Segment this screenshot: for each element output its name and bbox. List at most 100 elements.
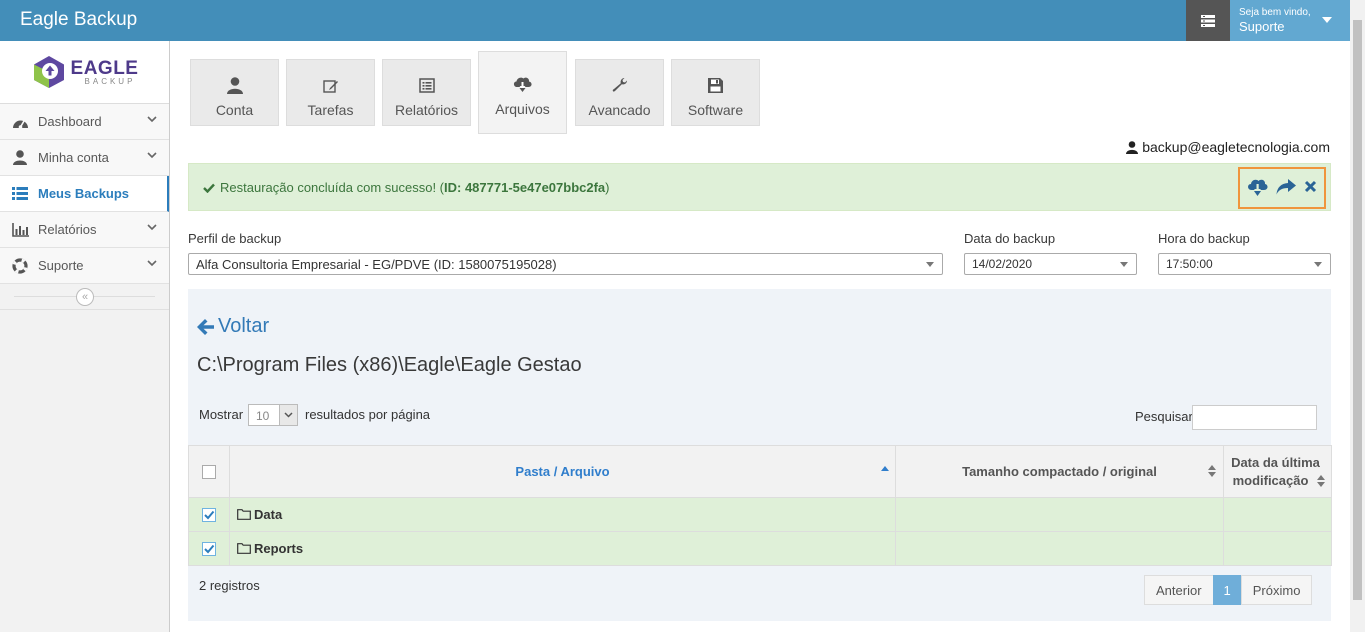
sidebar-item-label: Dashboard	[38, 114, 102, 129]
files-table: Pasta / Arquivo Tamanho compactado / ori…	[188, 445, 1332, 566]
pagination-next-button[interactable]: Próximo	[1240, 575, 1313, 605]
eagle-logo-icon	[33, 56, 64, 88]
select-all-checkbox[interactable]	[202, 465, 216, 480]
caret-down-icon	[1314, 262, 1322, 267]
caret-down-icon	[1322, 17, 1332, 23]
tab-label: Arquivos	[495, 101, 550, 117]
sidebar-item-meus-backups[interactable]: Meus Backups	[0, 176, 169, 212]
chevron-down-icon	[279, 405, 297, 425]
caret-down-icon	[1120, 262, 1128, 267]
date-label: Data do backup	[964, 231, 1056, 246]
tab-label: Conta	[215, 102, 254, 118]
per-page-label: resultados por página	[305, 407, 431, 422]
tab-relatorios[interactable]: Relatórios	[382, 59, 471, 126]
column-header-size[interactable]: Tamanho compactado / original	[895, 445, 1224, 498]
wrench-icon	[576, 75, 663, 95]
alert-actions	[1238, 167, 1326, 209]
tab-tarefas[interactable]: Tarefas	[286, 59, 375, 126]
logo-brand-text: EAGLE	[70, 57, 139, 79]
pagination-page-1[interactable]: 1	[1212, 575, 1242, 605]
arrow-left-icon	[197, 318, 214, 335]
double-angle-left-icon[interactable]: «	[76, 288, 94, 306]
sidebar-item-suporte[interactable]: Suporte	[0, 248, 169, 284]
success-alert: Restauração concluída com sucesso! (ID: …	[188, 163, 1331, 211]
edit-icon	[287, 75, 374, 95]
profile-select-value: Alfa Consultoria Empresarial - EG/PDVE (…	[196, 257, 557, 272]
row-name-cell: Reports	[229, 531, 896, 566]
tab-conta[interactable]: Conta	[190, 59, 279, 126]
table-row[interactable]: Reports	[188, 531, 1332, 566]
row-select-cell	[188, 531, 230, 566]
user-icon	[191, 75, 278, 95]
floppy-icon	[672, 75, 759, 95]
user-menu[interactable]: Seja bem vindo, Suporte	[1230, 0, 1350, 41]
chevron-down-icon	[147, 152, 157, 159]
row-name-cell: Data	[229, 497, 896, 532]
row-modified-cell	[1223, 531, 1332, 566]
page-size-select[interactable]: 10	[248, 404, 298, 426]
back-label: Voltar	[218, 315, 270, 337]
time-select-value: 17:50:00	[1166, 257, 1213, 271]
time-label: Hora do backup	[1158, 231, 1250, 246]
caret-down-icon	[926, 262, 934, 267]
time-select[interactable]: 17:50:00	[1158, 253, 1331, 275]
show-label: Mostrar	[199, 407, 244, 422]
column-header-modified[interactable]: Data da última modificação	[1223, 445, 1332, 498]
life-ring-icon	[11, 257, 29, 274]
user-icon	[1126, 140, 1139, 154]
app-title[interactable]: Eagle Backup	[20, 9, 137, 31]
sidebar-item-label: Minha conta	[38, 150, 109, 165]
search-input[interactable]	[1192, 405, 1317, 430]
sort-icon	[1208, 465, 1216, 470]
scrollbar-thumb[interactable]	[1353, 20, 1362, 600]
row-name[interactable]: Reports	[254, 541, 303, 556]
list-alt-icon	[383, 75, 470, 95]
select-all-cell	[188, 445, 230, 498]
date-select[interactable]: 14/02/2020	[964, 253, 1137, 275]
row-checkbox[interactable]	[202, 508, 216, 523]
column-header-name[interactable]: Pasta / Arquivo	[229, 445, 896, 498]
sidebar-item-dashboard[interactable]: Dashboard	[0, 104, 169, 140]
chevron-down-icon	[147, 260, 157, 267]
cloud-download-icon	[479, 74, 566, 94]
tab-label: Software	[687, 102, 744, 118]
welcome-text: Seja bem vindo,	[1239, 7, 1311, 18]
table-row[interactable]: Data	[188, 497, 1332, 532]
tasks-button[interactable]	[1186, 0, 1230, 41]
brand-logo[interactable]: EAGLE BACKUP	[0, 41, 169, 104]
check-icon	[203, 183, 215, 193]
search-label: Pesquisar	[1135, 409, 1193, 424]
sidebar-collapse-bar: «	[0, 284, 169, 310]
close-icon[interactable]	[1304, 180, 1317, 196]
row-name[interactable]: Data	[254, 507, 282, 522]
profile-select[interactable]: Alfa Consultoria Empresarial - EG/PDVE (…	[188, 253, 943, 275]
page-scrollbar[interactable]	[1350, 0, 1365, 632]
sidebar-item-minha-conta[interactable]: Minha conta	[0, 140, 169, 176]
sort-icon	[1317, 475, 1325, 480]
check-icon	[204, 545, 215, 554]
sidebar-item-relatorios[interactable]: Relatórios	[0, 212, 169, 248]
sidebar-item-label: Meus Backups	[38, 186, 130, 201]
folder-icon	[237, 543, 251, 554]
tab-software[interactable]: Software	[671, 59, 760, 126]
folder-icon	[237, 509, 251, 520]
logo-sub-text: BACKUP	[84, 76, 136, 86]
date-select-value: 14/02/2020	[972, 257, 1033, 271]
tasks-icon	[1201, 14, 1215, 27]
records-count: 2 registros	[199, 578, 260, 593]
account-email-text: backup@eagletecnologia.com	[1142, 139, 1330, 155]
tab-avancado[interactable]: Avancado	[575, 59, 664, 126]
sidebar-item-label: Suporte	[38, 258, 84, 273]
pagination-prev-button[interactable]: Anterior	[1144, 575, 1214, 605]
tab-arquivos[interactable]: Arquivos	[478, 51, 567, 134]
bar-chart-icon	[11, 222, 29, 238]
share-icon[interactable]	[1276, 178, 1296, 198]
row-checkbox[interactable]	[202, 542, 216, 557]
row-size-cell	[895, 497, 1224, 532]
alert-closing-paren: )	[605, 180, 610, 195]
cloud-download-icon[interactable]	[1247, 178, 1268, 199]
back-link[interactable]: Voltar	[197, 315, 269, 338]
user-icon	[11, 150, 29, 166]
profile-label: Perfil de backup	[188, 231, 282, 246]
tab-label: Avancado	[588, 102, 651, 118]
